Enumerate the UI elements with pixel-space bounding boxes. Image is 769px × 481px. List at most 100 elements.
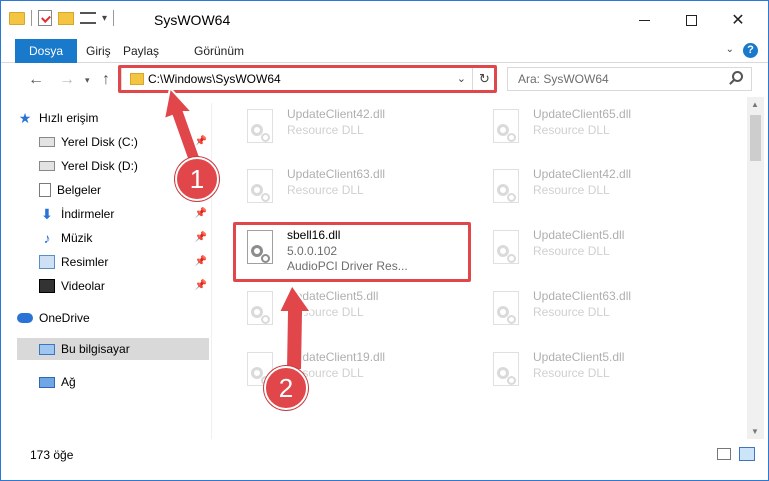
tab-paylas[interactable]: Paylaş	[123, 39, 159, 63]
file-description: Resource DLL	[533, 305, 610, 319]
maximize-icon	[685, 14, 697, 26]
star-icon: ★	[18, 110, 32, 126]
network-icon	[39, 376, 55, 388]
file-item[interactable]: UpdateClient5.dll Resource DLL	[483, 346, 721, 402]
sidebar-item-music[interactable]: ♪ Müzik 📌	[17, 227, 209, 249]
help-icon[interactable]: ?	[743, 43, 758, 58]
properties-icon[interactable]	[38, 10, 52, 26]
pin-icon[interactable]: 📌	[195, 256, 207, 267]
file-description: Resource DLL	[533, 366, 610, 380]
dll-file-icon	[245, 169, 277, 211]
address-highlight-box	[118, 65, 497, 93]
expand-ribbon-icon[interactable]: ⌄	[726, 44, 734, 55]
sidebar-item-videos[interactable]: Videolar 📌	[17, 275, 209, 297]
videos-icon	[39, 279, 55, 293]
sidebar-item-label: Müzik	[61, 231, 93, 245]
sidebar-item-label: Videolar	[61, 279, 105, 293]
dll-file-icon	[245, 291, 277, 333]
sidebar-item-label: Hızlı erişim	[39, 111, 99, 125]
file-name: UpdateClient42.dll	[533, 167, 632, 181]
documents-icon	[39, 183, 51, 197]
search-icon[interactable]	[732, 71, 743, 82]
disk-icon	[39, 161, 55, 171]
scroll-down-icon[interactable]: ▼	[751, 427, 759, 436]
status-bar: 173 öğe	[1, 439, 768, 480]
pin-icon[interactable]: 📌	[195, 280, 207, 291]
pin-icon[interactable]: 📌	[195, 232, 207, 243]
minimize-button[interactable]	[621, 1, 667, 39]
file-description: Resource DLL	[287, 305, 364, 319]
file-description: Resource DLL	[533, 123, 610, 137]
file-item[interactable]: UpdateClient42.dll Resource DLL	[483, 163, 721, 219]
tab-dosya[interactable]: Dosya	[15, 39, 78, 63]
sidebar-item-label: Belgeler	[57, 183, 102, 197]
tab-gorunum[interactable]: Görünüm	[194, 39, 244, 63]
dll-file-icon	[491, 109, 523, 151]
scroll-up-icon[interactable]: ▲	[751, 100, 759, 109]
file-description: Resource DLL	[533, 244, 610, 258]
file-name: UpdateClient5.dll	[533, 350, 625, 364]
file-description: Resource DLL	[533, 183, 610, 197]
folder-icon	[9, 11, 25, 25]
dll-file-icon	[491, 291, 523, 333]
sidebar-item-pictures[interactable]: Resimler 📌	[17, 251, 209, 273]
minimize-icon	[638, 19, 650, 21]
file-item[interactable]: UpdateClient5.dll Resource DLL	[483, 224, 721, 280]
downloads-icon: ⬇	[41, 206, 53, 222]
search-box[interactable]: Ara: SysWOW64	[507, 67, 752, 91]
dll-file-icon	[245, 109, 277, 151]
sidebar-item-onedrive[interactable]: OneDrive	[17, 307, 209, 329]
divider	[113, 10, 115, 26]
file-item[interactable]: UpdateClient42.dll Resource DLL	[237, 103, 475, 159]
vertical-scrollbar[interactable]: ▲ ▼	[747, 97, 764, 439]
forward-arrow-icon[interactable]: →	[59, 71, 75, 89]
file-item[interactable]: UpdateClient63.dll Resource DLL	[483, 285, 721, 341]
sidebar-item-label: Bu bilgisayar	[61, 342, 130, 356]
recent-locations-icon[interactable]: ▾	[85, 75, 90, 86]
file-item[interactable]: UpdateClient65.dll Resource DLL	[483, 103, 721, 159]
sidebar-item-label: Resimler	[61, 255, 109, 269]
details-view-icon[interactable]	[717, 448, 731, 460]
file-item[interactable]: UpdateClient63.dll Resource DLL	[237, 163, 475, 219]
back-arrow-icon[interactable]: ←	[28, 71, 44, 89]
sidebar-item-label: Yerel Disk (D:)	[61, 159, 138, 173]
dll-file-icon	[491, 230, 523, 272]
file-item[interactable]: UpdateClient5.dll Resource DLL	[237, 285, 475, 341]
large-icons-view-icon[interactable]	[739, 447, 755, 461]
sidebar-item-local-disk-c[interactable]: Yerel Disk (C:) 📌	[17, 131, 209, 153]
music-icon: ♪	[43, 230, 51, 246]
rename-icon[interactable]	[80, 12, 96, 24]
this-pc-icon	[39, 343, 55, 355]
scrollbar-thumb[interactable]	[750, 115, 761, 161]
dll-file-icon	[491, 169, 523, 211]
file-name: UpdateClient65.dll	[533, 107, 632, 121]
new-folder-icon[interactable]	[58, 11, 74, 25]
file-name: UpdateClient19.dll	[287, 350, 386, 364]
up-arrow-icon[interactable]: ↑	[102, 71, 110, 89]
sidebar-item-downloads[interactable]: ⬇ İndirmeler 📌	[17, 203, 209, 225]
tab-giris[interactable]: Giriş	[86, 39, 111, 63]
sidebar-item-this-pc[interactable]: Bu bilgisayar	[17, 338, 209, 360]
file-highlight-box	[233, 222, 471, 282]
pictures-icon	[39, 255, 55, 269]
file-name: UpdateClient5.dll	[533, 228, 625, 242]
navigation-pane: ★ Hızlı erişim Yerel Disk (C:) 📌 Yerel D…	[1, 103, 211, 439]
disk-icon	[39, 137, 55, 147]
close-button[interactable]: ✕	[715, 1, 761, 39]
pin-icon[interactable]: 📌	[195, 136, 207, 147]
sidebar-item-quick-access[interactable]: ★ Hızlı erişim	[17, 107, 209, 129]
customize-toolbar-icon[interactable]: ▾	[102, 13, 107, 24]
file-name: UpdateClient63.dll	[287, 167, 386, 181]
sidebar-item-label: İndirmeler	[61, 207, 115, 221]
file-description: Resource DLL	[287, 183, 364, 197]
pin-icon[interactable]: 📌	[195, 208, 207, 219]
divider	[31, 10, 32, 26]
sidebar-item-label: OneDrive	[39, 311, 90, 325]
file-name: UpdateClient42.dll	[287, 107, 386, 121]
window-title: SysWOW64	[154, 12, 231, 28]
search-input[interactable]: Ara: SysWOW64	[518, 72, 609, 86]
item-count: 173 öğe	[30, 448, 74, 462]
sidebar-item-label: Ağ	[61, 375, 76, 389]
sidebar-item-network[interactable]: Ağ	[17, 371, 209, 393]
maximize-button[interactable]	[668, 1, 714, 39]
